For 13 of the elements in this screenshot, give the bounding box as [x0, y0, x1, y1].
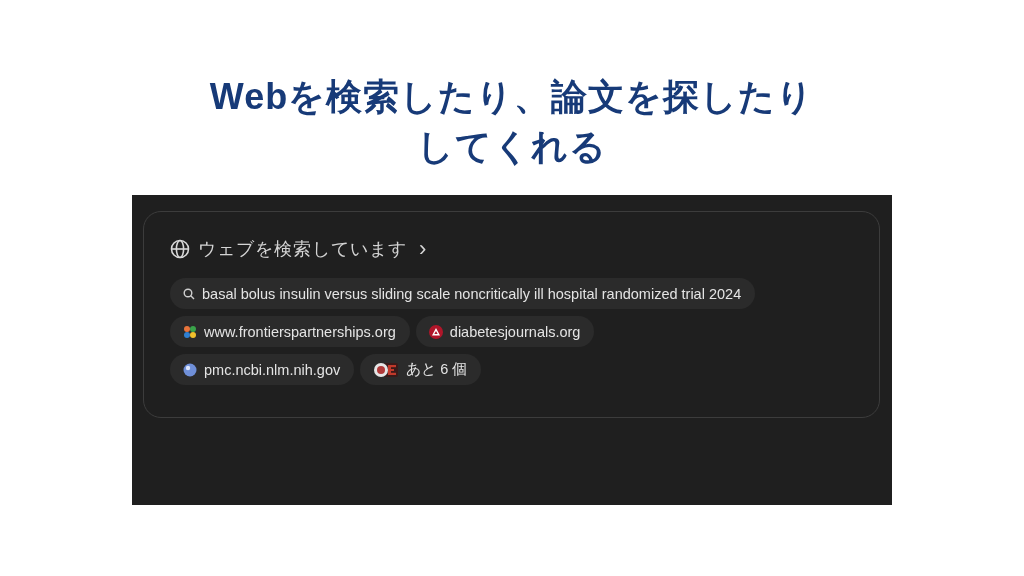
globe-icon — [170, 239, 190, 259]
search-icon — [183, 287, 195, 300]
status-label: ウェブを検索しています — [198, 238, 407, 261]
more-sources-chip[interactable]: あと 6 個 — [360, 354, 482, 385]
slide-title: Webを検索したり、論文を探したりしてくれる — [208, 75, 816, 169]
source-chip[interactable]: diabetesjournals.org — [415, 316, 595, 347]
globe-icon — [183, 362, 197, 377]
chevron-icon[interactable]: › — [415, 238, 427, 260]
puzzle-icon — [183, 324, 197, 339]
favicon-stack-icon — [373, 361, 400, 378]
search-query-chip: basal bolus insulin versus sliding scale noncritically ill hospital randomized trial 2024 — [170, 278, 756, 309]
source-chip[interactable]: www.frontierspartnerships.org — [170, 316, 410, 347]
source-chip[interactable]: pmc.ncbi.nlm.nih.gov — [170, 354, 355, 385]
